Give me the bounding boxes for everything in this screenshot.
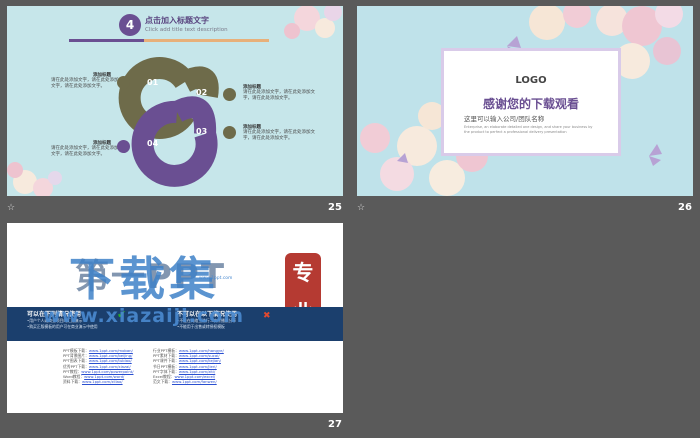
- link-url[interactable]: www.1ppt.com/fanwen/: [172, 379, 217, 384]
- step-label-02: 02: [196, 88, 208, 97]
- slide-transition-star-icon[interactable]: ☆: [357, 203, 365, 213]
- marker-dot-1: [117, 76, 130, 89]
- description-text: Enterprise, an elaborate detailed one de…: [464, 125, 593, 134]
- thanks-card: LOGO 感谢您的下载观看 这里可以输入公司/团队名称 Enterprise, …: [441, 48, 621, 156]
- link-list-left: PPT模板下载：www.1ppt.com/moban/ PPT背景图片：www.…: [63, 348, 134, 384]
- brand-watermark-text: 下载集: [69, 252, 219, 306]
- marker-dot-2: [223, 88, 236, 101]
- slide-number-25: 25: [328, 202, 342, 213]
- block-text-1: 请在此处添加文字，请在此处添加文字，请在此处添加文字。: [51, 78, 119, 89]
- title-underline-orange: [144, 39, 269, 42]
- block-text-3: 请在此处添加文字，请在此处添加文字，请在此处添加文字。: [243, 130, 315, 141]
- link-label: 资料下载：: [63, 379, 82, 385]
- link-url[interactable]: www.1ppt.com/ziliao/: [82, 379, 123, 384]
- figure-eight-diagram: [7, 6, 342, 196]
- link-list-right: 行业PPT模板：www.1ppt.com/hangye/ PPT素材下载：www…: [153, 348, 224, 384]
- site-url-watermark: www.xiazaiji.com: [43, 305, 244, 327]
- thanks-heading: 感谢您的下载观看: [482, 97, 579, 111]
- company-name-text: 这里可以输入公司/团队名称: [464, 115, 545, 123]
- step-label-04: 04: [147, 139, 159, 148]
- slide-transition-star-icon[interactable]: ☆: [7, 203, 15, 213]
- slide-subtitle: Click add title text description: [145, 27, 228, 33]
- link-row[interactable]: 范文下载：www.1ppt.com/fanwen/: [153, 379, 224, 384]
- slide-title: 点击加入标题文字: [145, 16, 209, 25]
- step-label-03: 03: [196, 127, 208, 136]
- slide-thumbnail-27[interactable]: 第一PPT 下载集 www.1ppt.com 专业 可以在下列情况使用 •用户个…: [7, 223, 343, 413]
- slide-thumbnail-25[interactable]: 4 点击加入标题文字 Click add title text descript…: [7, 6, 343, 196]
- block-text-4: 请在此处添加文字，请在此处添加文字，请在此处添加文字。: [51, 146, 119, 157]
- slide-number-26: 26: [678, 202, 692, 213]
- cross-icon: ✖: [263, 311, 271, 321]
- marker-dot-3: [223, 126, 236, 139]
- site-url-small: www.1ppt.com: [199, 276, 233, 281]
- slide-thumbnail-26[interactable]: LOGO 感谢您的下载观看 这里可以输入公司/团队名称 Enterprise, …: [357, 6, 693, 196]
- step-label-01: 01: [147, 78, 159, 87]
- logo-text: LOGO: [515, 75, 547, 86]
- slide-number-27: 27: [328, 419, 342, 430]
- flower-decoration-bottom-left: [7, 162, 62, 196]
- block-text-2: 请在此处添加文字，请在此处添加文字，请在此处添加文字。: [243, 90, 315, 101]
- link-label: 范文下载：: [153, 379, 172, 385]
- section-number-badge: 4: [119, 14, 141, 36]
- marker-dot-4: [117, 140, 130, 153]
- link-row[interactable]: 资料下载：www.1ppt.com/ziliao/: [63, 379, 134, 384]
- flower-decoration-top-right: [284, 6, 342, 39]
- title-underline-purple: [69, 39, 144, 42]
